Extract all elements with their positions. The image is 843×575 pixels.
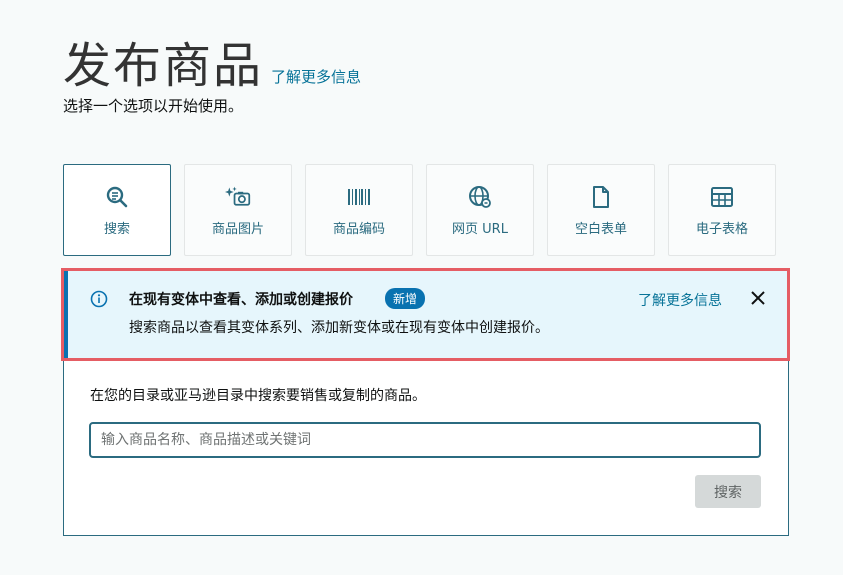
option-label: 商品编码 [332, 221, 385, 237]
alert-title: 在现有变体中查看、添加或创建报价 [129, 292, 353, 308]
info-alert: 在现有变体中查看、添加或创建报价 新增 了解更多信息 搜索商品以查看其变体系列、… [61, 268, 790, 361]
globe-link-icon [467, 184, 493, 210]
spreadsheet-icon [709, 184, 735, 210]
alert-description: 搜索商品以查看其变体系列、添加新变体或在现有变体中创建报价。 [129, 320, 549, 336]
option-product-image[interactable]: 商品图片 [184, 164, 292, 256]
document-icon [588, 184, 614, 210]
barcode-icon [346, 184, 372, 210]
page-header: 发布商品 了解更多信息 [63, 26, 361, 96]
option-label: 网页 URL [452, 221, 508, 237]
option-search[interactable]: 搜索 [63, 164, 171, 256]
option-product-code[interactable]: 商品编码 [305, 164, 413, 256]
page-title: 发布商品 [63, 38, 264, 94]
sparkle-camera-icon [225, 184, 251, 210]
listing-options: 搜索 商品图片 商品编码 网页 URL 空白表单 电子表格 [63, 164, 776, 256]
info-icon [90, 290, 108, 312]
page-subtitle: 选择一个选项以开始使用。 [63, 97, 244, 115]
search-icon [104, 184, 130, 210]
option-spreadsheet[interactable]: 电子表格 [668, 164, 776, 256]
option-label: 商品图片 [211, 221, 264, 237]
search-input[interactable] [89, 422, 761, 458]
option-web-url[interactable]: 网页 URL [426, 164, 534, 256]
option-label: 空白表单 [574, 221, 627, 237]
learn-more-link[interactable]: 了解更多信息 [271, 66, 361, 87]
search-button[interactable]: 搜索 [695, 475, 761, 508]
new-badge: 新增 [385, 288, 426, 309]
option-label: 搜索 [103, 221, 130, 237]
alert-learn-more-link[interactable]: 了解更多信息 [638, 290, 722, 310]
option-blank-form[interactable]: 空白表单 [547, 164, 655, 256]
close-icon[interactable] [750, 290, 766, 310]
option-label: 电子表格 [695, 221, 748, 237]
search-description: 在您的目录或亚马逊目录中搜索要销售或复制的商品。 [90, 388, 426, 404]
